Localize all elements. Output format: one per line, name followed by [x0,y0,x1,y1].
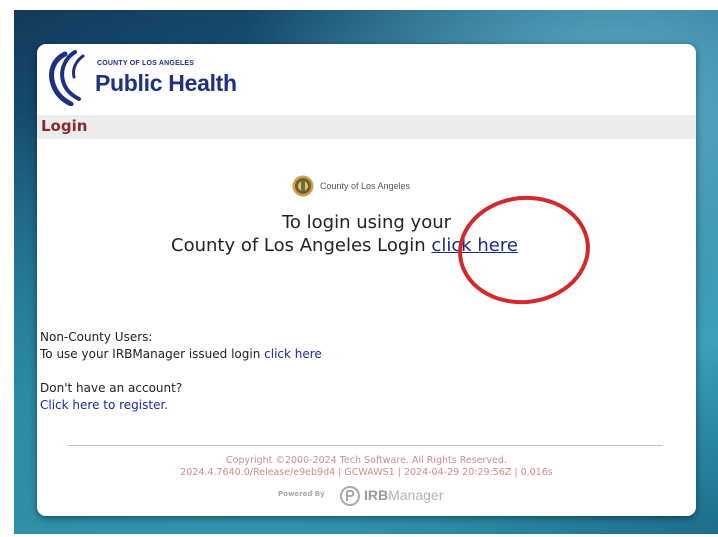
county-seal-icon [292,175,314,197]
county-login-link[interactable]: click here [431,235,518,256]
irbmanager-logo-icon [340,486,360,506]
irbmanager-brand-rest: Manager [388,487,444,503]
page-title: Login [41,117,88,135]
footer-divider [68,445,663,446]
copyright-text: Copyright ©2000-2024 Tech Software. All … [226,455,507,466]
county-login-line2: County of Los Angeles Login click here [171,235,518,256]
public-health-logo: COUNTY OF LOS ANGELES Public Health [43,50,237,107]
build-info-text: 2024.4.7640.0/Release/e9eb9d4 | GCWAWS1 … [180,467,553,478]
irbmanager-login-link[interactable]: click here [264,347,322,361]
non-county-instructions: To use your IRBManager issued login clic… [40,347,322,361]
non-county-heading: Non-County Users: [40,330,153,344]
register-link[interactable]: Click here to register. [40,398,168,412]
logo-public-health-text: Public Health [95,70,237,96]
county-seal-label: County of Los Angeles [320,181,411,191]
irbmanager-brand: IRBManager [364,487,443,503]
county-login-line1: To login using your [281,212,452,233]
powered-by-text: Powered By [278,490,325,498]
powered-by-logo: Powered By IRBManager [278,485,458,506]
register-link-wrapper: Click here to register. [40,398,168,412]
login-card: COUNTY OF LOS ANGELES Public Health Logi… [37,44,696,516]
login-header-bar: Login [37,115,696,139]
non-county-text: To use your IRBManager issued login [40,347,261,361]
no-account-text: Don't have an account? [40,381,183,395]
irbmanager-brand-bold: IRB [364,487,389,503]
public-health-emblem-icon [49,50,85,107]
logo-county-text: COUNTY OF LOS ANGELES [97,60,195,67]
county-login-text: County of Los Angeles Login [171,235,426,256]
